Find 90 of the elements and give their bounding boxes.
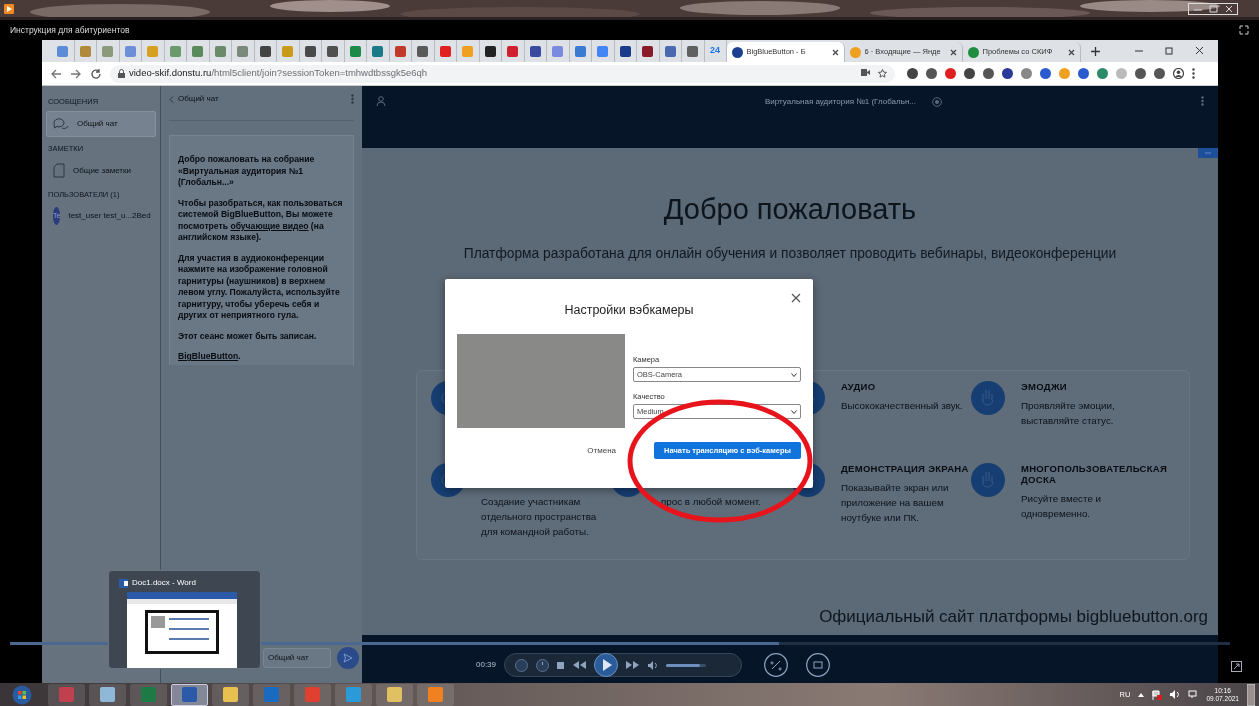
speaker-icon[interactable]	[1170, 690, 1181, 699]
taskbar-app[interactable]	[171, 683, 208, 706]
feature-title: ЭМОДЖИ	[1021, 381, 1068, 393]
show-desktop-button[interactable]	[1247, 683, 1255, 706]
extension-icon[interactable]	[1135, 68, 1146, 79]
window-title: Инструкция для абитуриентов	[10, 23, 130, 37]
close-icon[interactable]	[949, 48, 957, 56]
meeting-title: Виртуальная аудитория №1 (Глобальн...	[765, 96, 916, 108]
send-icon	[343, 653, 353, 663]
feature-description: Высококачественный звук.	[841, 399, 963, 414]
extension-icon[interactable]	[1040, 68, 1051, 79]
close-icon[interactable]	[1067, 48, 1075, 56]
user-icon[interactable]	[376, 96, 386, 106]
extension-icon[interactable]	[945, 68, 956, 79]
forward-icon[interactable]	[70, 67, 82, 80]
feature-description: прос в любой момент.	[661, 495, 761, 510]
switch-view-icon[interactable]	[1231, 661, 1242, 672]
rewind-icon[interactable]	[572, 661, 587, 669]
extension-icon[interactable]	[907, 68, 918, 79]
new-tab-icon[interactable]	[1090, 46, 1100, 56]
profile-icon[interactable]	[1173, 68, 1184, 79]
chat-message: Добро пожаловать на собрание «Виртуальная аудитория №1 (Глобальн...»	[178, 154, 316, 189]
camera-icon	[861, 69, 870, 76]
close-icon[interactable]	[791, 293, 801, 303]
feature-icon	[971, 463, 1005, 498]
welcome-heading: Добро пожаловать	[663, 192, 917, 227]
feature-icon	[971, 381, 1005, 416]
cancel-button[interactable]: Отмена	[587, 444, 617, 457]
record-icon[interactable]	[931, 97, 942, 107]
network-icon[interactable]	[1188, 690, 1199, 699]
flag-icon[interactable]	[1152, 689, 1163, 700]
lock-icon	[118, 69, 125, 78]
chat-message: Чтобы разобраться, как пользоваться системой BigBlueButton, Вы можете посмотреть обучающие видео (на английском языке).	[178, 197, 344, 244]
taskbar-app[interactable]	[212, 683, 249, 706]
play-button[interactable]	[594, 653, 619, 677]
platform-description: Платформа разработана для онлайн обучения и позволяет проводить вебинары, видеоконференции	[463, 244, 1117, 263]
power-icon[interactable]	[536, 658, 550, 672]
chat-message: Этот сеанс может быть записан.	[178, 330, 318, 342]
taskbar-app[interactable]	[89, 683, 126, 706]
caret-icon	[791, 409, 797, 414]
dialog-title: Настройки вэбкамеры	[563, 302, 695, 319]
back-link[interactable]: Общий чат	[169, 93, 219, 105]
feature-description: Показывайте экран или приложение на вашем ноутбуке или ПК.	[841, 481, 950, 526]
feature-title: АУДИО	[841, 381, 877, 393]
player-app-icon	[4, 4, 14, 14]
site-link[interactable]: bigbluebutton.org	[1076, 606, 1208, 626]
shuffle-button[interactable]	[764, 653, 789, 677]
fast-forward-icon[interactable]	[626, 661, 641, 669]
extension-icon[interactable]	[1097, 68, 1108, 79]
chat-input[interactable]: Общий чат	[263, 648, 331, 668]
chat-message: BigBlueButton.	[178, 351, 242, 363]
extension-icon[interactable]	[964, 68, 975, 79]
caret-icon	[791, 372, 797, 377]
thumbnail-title: Doc1.docx - Word	[132, 577, 196, 589]
video-link[interactable]: обучающие видео	[230, 220, 309, 231]
more-icon[interactable]	[1192, 68, 1195, 79]
start-button[interactable]	[12, 684, 32, 705]
chat-message: Для участия в аудиоконференции нажмите на изображение головной гарнитуры (наушников) в верхнем левом углу. Пожалуйста, используйте гарнитуру, чтобы уберечь себя и других от неприятного гула.	[178, 252, 341, 322]
progress-track[interactable]	[10, 642, 1230, 645]
playback-time: 00:39	[476, 659, 497, 671]
chat-bubbles-icon	[53, 117, 69, 132]
volume-icon[interactable]	[648, 660, 659, 670]
address-bar[interactable]: video-skif.donstu.ru/html5client/join?sessionToken=tmhwdtbssgk5e6qh	[110, 64, 895, 83]
extension-icon[interactable]	[1154, 68, 1165, 79]
extension-icon[interactable]	[983, 68, 994, 79]
feature-title: МНОГОПОЛЬЗОВАТЕЛЬСКАЯ ДОСКА	[1021, 463, 1168, 486]
feature-description: Создание участникам отдельного пространства для командной работы.	[481, 495, 598, 540]
notes-icon	[53, 163, 65, 178]
url-text: video-skif.donstu.ru/html5client/join?sessionToken=tmhwdtbssgk5e6qh	[129, 66, 428, 81]
close-icon[interactable]	[831, 48, 839, 56]
sidebar-item[interactable]: Общие заметки	[46, 158, 156, 183]
reload-icon[interactable]	[90, 67, 102, 80]
window-buttons-icon	[1188, 3, 1238, 15]
extension-icon[interactable]	[1002, 68, 1013, 79]
extension-icon[interactable]	[926, 68, 937, 79]
chevron-left-icon	[169, 95, 174, 103]
show-hidden-icon[interactable]	[1138, 692, 1145, 697]
word-icon	[119, 578, 128, 588]
extension-icon[interactable]	[1078, 68, 1089, 79]
taskbar-app[interactable]	[376, 683, 413, 706]
feature-title: ДЕМОНСТРАЦИЯ ЭКРАНА	[841, 463, 970, 475]
stop-icon[interactable]	[557, 661, 565, 669]
fullscreen-icon[interactable]	[1239, 25, 1249, 35]
official-site-text: Официальный сайт платформы bigbluebutton.org	[819, 605, 1208, 628]
star-icon[interactable]	[878, 69, 887, 78]
sidebar-item[interactable]: Общий чат	[46, 111, 156, 138]
back-icon[interactable]	[50, 67, 62, 80]
feature-description: Проявляйте эмоции, выставляйте статус.	[1021, 399, 1116, 429]
taskbar-app[interactable]	[417, 683, 454, 706]
feature-description: Рисуйте вместе и одновременно.	[1021, 492, 1103, 522]
